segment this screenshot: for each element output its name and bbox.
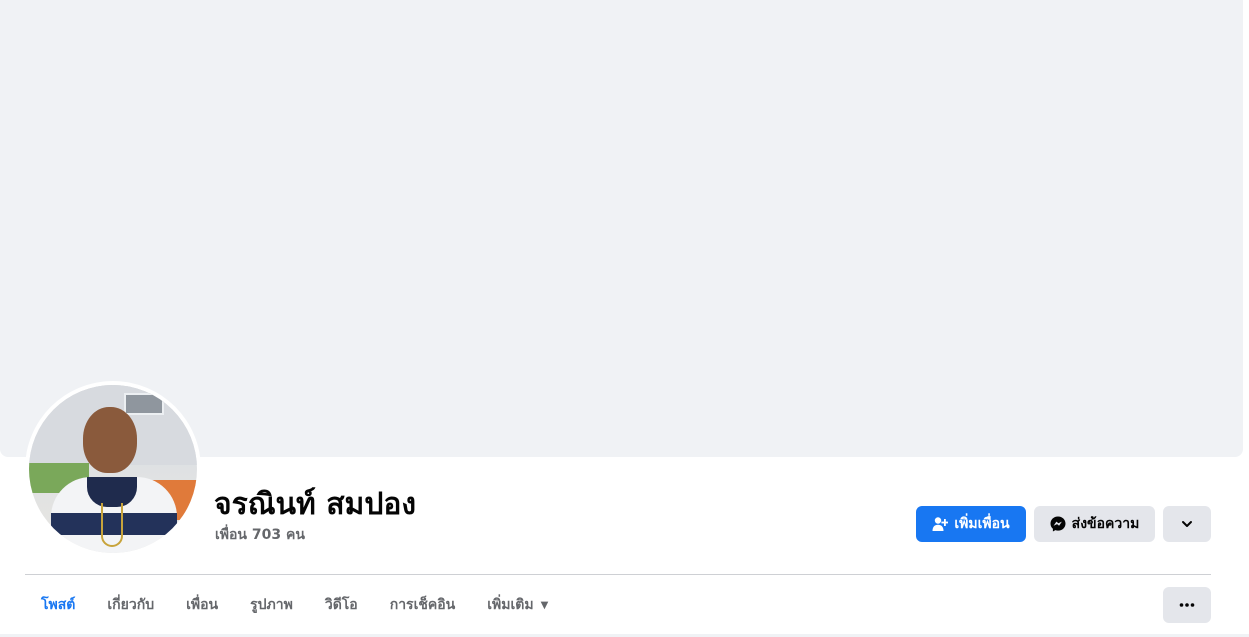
tab-friends[interactable]: เพื่อน [170,575,234,635]
add-friend-label: เพิ่มเพื่อน [954,516,1010,532]
add-friend-button[interactable]: เพิ่มเพื่อน [916,506,1026,542]
tabs-more-options-button[interactable] [1163,587,1211,623]
profile-picture[interactable] [25,381,201,557]
ellipsis-icon [1179,603,1195,607]
message-button[interactable]: ส่งข้อความ [1034,506,1155,542]
add-friend-icon [932,517,949,531]
caret-down-icon: ▼ [540,599,549,611]
profile-options-button[interactable] [1163,506,1211,542]
tab-about[interactable]: เกี่ยวกับ [91,575,170,635]
avatar [29,385,197,553]
profile-tabs: โพสต์ เกี่ยวกับ เพื่อน รูปภาพ วิดีโอ การ… [25,575,564,637]
messenger-icon [1050,516,1066,532]
profile-name: จรณินท์ สมปอง [214,487,417,522]
message-label: ส่งข้อความ [1071,516,1140,532]
tab-photos[interactable]: รูปภาพ [234,575,309,635]
tab-posts[interactable]: โพสต์ [25,575,92,637]
friends-count[interactable]: เพื่อน 703 คน [215,524,305,546]
chevron-down-icon [1182,521,1192,527]
tab-more[interactable]: เพิ่มเติม ▼ [471,575,564,635]
tab-checkins[interactable]: การเช็คอิน [374,575,472,635]
tab-videos[interactable]: วิดีโอ [309,575,374,635]
